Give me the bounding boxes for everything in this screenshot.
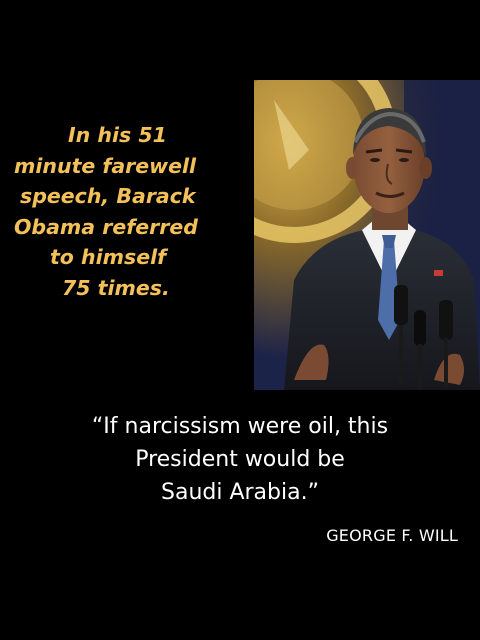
speaker-photo xyxy=(254,80,480,390)
headline-text: In his 51 minute farewell speech, Barack… xyxy=(8,120,258,303)
headline-line: 75 times. xyxy=(62,275,170,300)
headline-line: to himself xyxy=(50,245,167,269)
headline-line: In his 51 xyxy=(68,123,167,147)
headline-line: minute farewell xyxy=(14,153,197,178)
quote-line: President would be xyxy=(135,447,345,472)
quote-line: Saudi Arabia.” xyxy=(161,480,319,505)
quote-text: “If narcissism were oil, this President … xyxy=(0,410,480,509)
meme-card: In his 51 minute farewell speech, Barack… xyxy=(0,0,480,640)
speaker-photo-illustration xyxy=(254,80,480,390)
headline-line: Obama referred xyxy=(14,214,198,239)
quote-attribution: GEORGE F. WILL xyxy=(326,526,458,545)
quote-line: “If narcissism were oil, this xyxy=(91,414,389,439)
headline-line: speech, Barack xyxy=(20,184,196,208)
